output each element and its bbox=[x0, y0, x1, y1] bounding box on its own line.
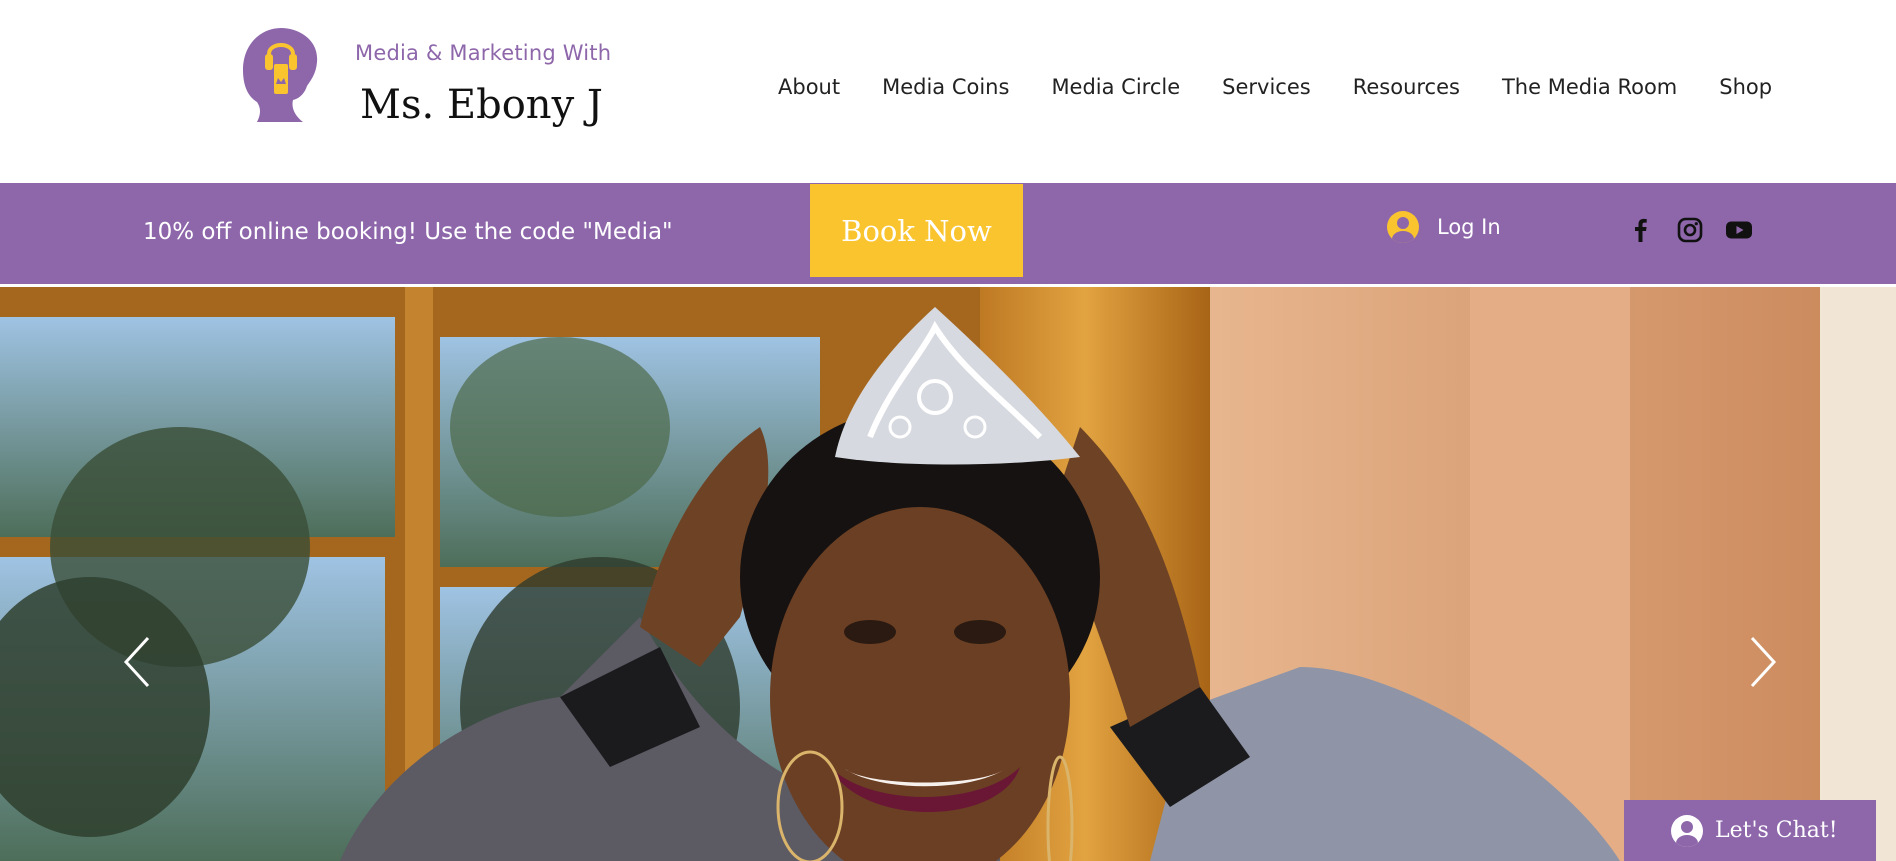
brand-subtitle: Media & Marketing With bbox=[355, 41, 612, 65]
book-now-button[interactable]: Book Now bbox=[810, 184, 1023, 277]
main-nav: About Media Coins Media Circle Services … bbox=[778, 75, 1772, 105]
brand-name[interactable]: Ms. Ebony J bbox=[360, 82, 603, 128]
slideshow-next-button[interactable] bbox=[1742, 632, 1782, 692]
nav-item-media-room[interactable]: The Media Room bbox=[1502, 75, 1677, 105]
nav-item-media-coins[interactable]: Media Coins bbox=[882, 75, 1009, 105]
user-avatar-icon bbox=[1387, 211, 1419, 243]
chat-avatar-icon bbox=[1671, 814, 1703, 847]
chat-widget-button[interactable]: Let's Chat! bbox=[1624, 800, 1876, 861]
instagram-icon[interactable] bbox=[1676, 216, 1704, 244]
brand-logo-icon[interactable] bbox=[241, 26, 323, 124]
social-links bbox=[1627, 216, 1753, 244]
nav-item-media-circle[interactable]: Media Circle bbox=[1051, 75, 1180, 105]
facebook-icon[interactable] bbox=[1627, 216, 1655, 244]
promo-bar: 10% off online booking! Use the code "Me… bbox=[0, 183, 1896, 284]
login-label: Log In bbox=[1437, 215, 1501, 239]
slideshow-prev-button[interactable] bbox=[118, 632, 158, 692]
hero-photo bbox=[0, 287, 1896, 861]
chevron-right-icon bbox=[1750, 636, 1777, 688]
chat-label: Let's Chat! bbox=[1715, 818, 1838, 843]
hero-slideshow bbox=[0, 287, 1896, 861]
login-button[interactable]: Log In bbox=[1387, 211, 1501, 243]
nav-item-shop[interactable]: Shop bbox=[1719, 75, 1772, 105]
nav-item-about[interactable]: About bbox=[778, 75, 840, 105]
site-header: Media & Marketing With Ms. Ebony J About… bbox=[0, 0, 1896, 183]
youtube-icon[interactable] bbox=[1725, 216, 1753, 244]
nav-item-resources[interactable]: Resources bbox=[1353, 75, 1460, 105]
chevron-left-icon bbox=[123, 636, 150, 688]
promo-text: 10% off online booking! Use the code "Me… bbox=[143, 219, 673, 245]
nav-item-services[interactable]: Services bbox=[1222, 75, 1311, 105]
